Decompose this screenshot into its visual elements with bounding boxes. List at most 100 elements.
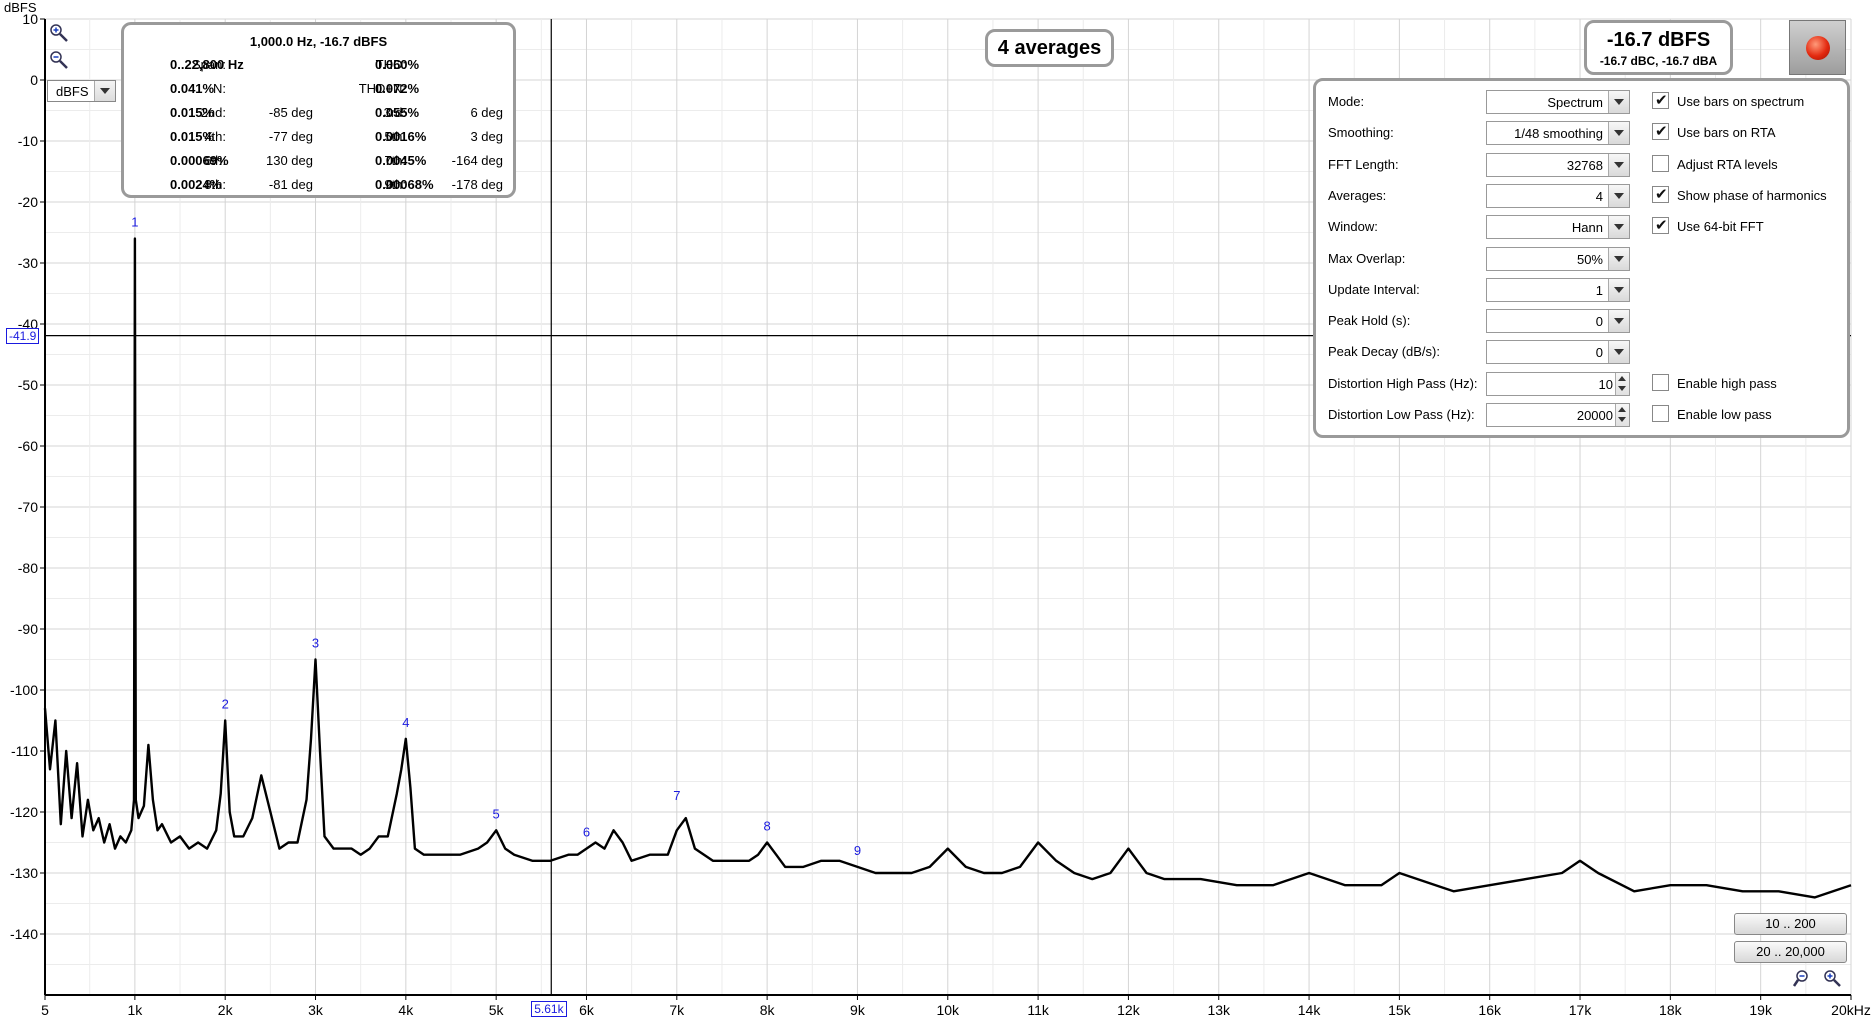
control-row: Mode: Spectrum Use bars on spectrum [1316, 90, 1847, 114]
control-select[interactable]: Hann [1486, 215, 1630, 240]
control-select[interactable]: 50% [1486, 246, 1630, 271]
harmonic-marker-label: 8 [764, 819, 771, 834]
control-value: 32768 [1566, 157, 1603, 173]
n-value: 0.041% [170, 81, 215, 96]
control-label: Averages: [1328, 187, 1387, 203]
control-value: 20000 [1576, 408, 1613, 423]
harmonic-marker-label: 6 [583, 825, 590, 840]
chevron-down-icon[interactable] [1608, 310, 1629, 333]
y-tick-label: -110 [11, 743, 38, 759]
harmonic-value: 0.00068% [375, 177, 434, 192]
zoom-out-vertical-icon[interactable] [48, 49, 70, 71]
level-sub: -16.7 dBC, -16.7 dBA [1599, 54, 1718, 68]
harmonic-marker-label: 9 [854, 843, 861, 858]
chevron-down-icon[interactable] [1608, 122, 1629, 145]
harmonic-row: 4th: 0.015% -77 deg 5th: 0.0016% 3 deg [124, 129, 513, 147]
control-select[interactable]: 4 [1486, 183, 1630, 208]
chevron-down-icon[interactable] [1608, 153, 1629, 176]
control-select[interactable]: 0 [1486, 309, 1630, 334]
harmonic-value: 0.015% [170, 129, 215, 144]
chevron-down-icon[interactable] [1608, 278, 1629, 301]
y-tick-label: -90 [17, 621, 38, 637]
chevron-down-icon[interactable] [1608, 91, 1629, 113]
chevron-down-icon[interactable] [1608, 216, 1629, 239]
zoom-out-horizontal-icon[interactable] [1792, 968, 1814, 990]
x-tick-label: 5k [488, 1002, 504, 1018]
control-select[interactable]: 1 [1486, 277, 1630, 302]
control-label: Distortion Low Pass (Hz): [1328, 407, 1475, 422]
harmonic-value: 0.055% [375, 105, 420, 120]
harmonic-marker-label: 5 [493, 806, 500, 821]
harmonic-marker-label: 1 [131, 215, 138, 230]
control-label: Update Interval: [1328, 281, 1420, 297]
chevron-down-icon[interactable] [1608, 184, 1629, 207]
option-checkbox[interactable] [1652, 373, 1669, 391]
zoom-in-vertical-icon[interactable] [48, 22, 70, 44]
control-row: Max Overlap: 50% [1316, 246, 1847, 271]
x-tick-label: 20kHz [1831, 1002, 1871, 1018]
cursor-x-readout: 5.61k [531, 1001, 567, 1017]
range-20-20000-button[interactable]: 20 .. 20,000 [1734, 941, 1847, 963]
x-tick-label: 9k [850, 1002, 865, 1018]
spin-arrows-icon[interactable] [1615, 372, 1629, 395]
control-label: Window: [1328, 219, 1378, 235]
option-checkbox[interactable] [1652, 91, 1669, 109]
control-value: 1 [1595, 282, 1603, 298]
range-10-200-button[interactable]: 10 .. 200 [1734, 913, 1847, 935]
harmonics-span-row: Span: 0..22,800 Hz THD: 0.060% [124, 57, 513, 75]
x-tick-label: 5 [41, 1002, 49, 1018]
control-row: FFT Length: 32768 Adjust RTA levels [1316, 152, 1847, 177]
option-checkbox[interactable] [1652, 185, 1669, 203]
option-checkbox[interactable] [1652, 122, 1669, 141]
chevron-down-icon[interactable] [1608, 341, 1629, 364]
control-label: Max Overlap: [1328, 250, 1406, 266]
chevron-down-icon[interactable] [94, 81, 115, 101]
thdn-value: 0.072% [375, 81, 420, 96]
control-label: Mode: [1328, 94, 1365, 109]
harmonic-value: 0.0016% [375, 129, 427, 144]
y-tick-label: 10 [22, 11, 38, 27]
record-button[interactable] [1789, 20, 1846, 75]
x-tick-label: 19k [1749, 1002, 1772, 1018]
control-select[interactable]: 32768 [1486, 152, 1630, 177]
record-icon [1806, 36, 1830, 60]
y-tick-label: -70 [17, 499, 38, 515]
control-select[interactable]: 0 [1486, 340, 1630, 365]
option-checkbox-label: Enable low pass [1677, 407, 1772, 422]
span-value: 0..22,800 Hz [170, 57, 244, 72]
x-tick-label: 13k [1207, 1002, 1231, 1018]
option-checkbox[interactable] [1652, 216, 1669, 235]
control-value: 4 [1595, 188, 1603, 204]
control-value: 0 [1595, 345, 1603, 361]
x-tick-label: 11k [1027, 1002, 1049, 1018]
chevron-down-icon[interactable] [1608, 247, 1629, 270]
harmonic-phase: 6 deg [470, 105, 503, 120]
thd-value: 0.060% [375, 57, 420, 72]
control-row: Distortion Low Pass (Hz): 20000 Enable low… [1316, 403, 1847, 427]
control-spinbox[interactable]: 20000 [1486, 403, 1630, 427]
zoom-in-horizontal-icon[interactable] [1822, 968, 1844, 990]
level-readout: -16.7 dBFS -16.7 dBC, -16.7 dBA [1584, 20, 1733, 75]
option-checkbox[interactable] [1652, 405, 1669, 422]
y-tick-label: -50 [17, 377, 38, 393]
control-label: FFT Length: [1328, 156, 1399, 172]
control-select[interactable]: Spectrum [1486, 90, 1630, 114]
harmonic-marker-label: 7 [673, 788, 680, 803]
control-row: Peak Hold (s): 0 [1316, 309, 1847, 334]
option-checkbox[interactable] [1652, 154, 1669, 172]
x-tick-label: 1k [127, 1002, 143, 1018]
harmonic-phase: 3 deg [470, 129, 503, 144]
units-select[interactable]: dBFS [47, 80, 116, 102]
control-value: Hann [1571, 220, 1603, 236]
n-label: N: [213, 81, 226, 96]
control-row: Window: Hann Use 64-bit FFT [1316, 215, 1847, 240]
control-select[interactable]: 1/48 smoothing [1486, 121, 1630, 146]
option-checkbox-label: Adjust RTA levels [1677, 156, 1778, 172]
analyser-controls-panel: Mode: Spectrum Use bars on spectrum Smoothi… [1313, 78, 1850, 438]
control-spinbox[interactable]: 10 [1486, 371, 1630, 396]
x-tick-label: 6k [579, 1002, 594, 1018]
spin-arrows-icon[interactable] [1615, 404, 1629, 426]
option-checkbox-label: Use bars on spectrum [1677, 94, 1805, 109]
harmonic-phase: -178 deg [451, 177, 503, 192]
level-main: -16.7 dBFS [1606, 29, 1711, 51]
